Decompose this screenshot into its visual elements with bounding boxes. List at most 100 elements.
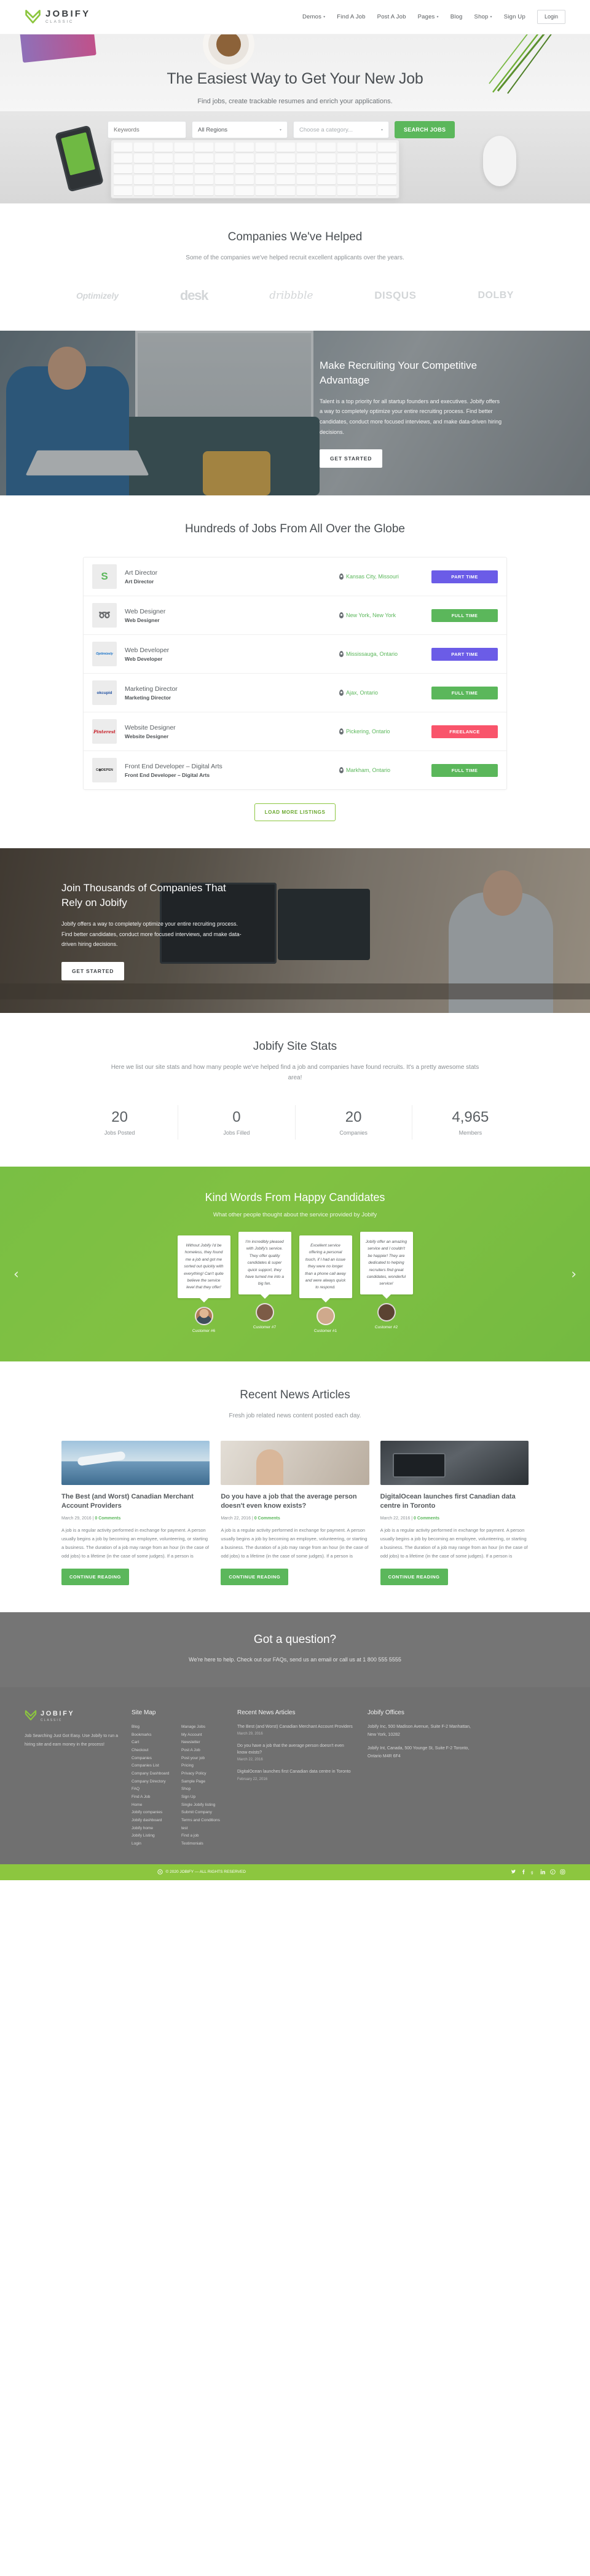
stat-label: Companies: [339, 1130, 368, 1136]
footer-link[interactable]: Jobify dashboard: [132, 1817, 174, 1825]
footer-news-date: March 29, 2016: [237, 1732, 263, 1736]
search-jobs-button[interactable]: SEARCH JOBS: [395, 121, 455, 138]
nav-item-demos[interactable]: Demos ▾: [302, 14, 325, 20]
footer-link[interactable]: Manage Jobs: [181, 1723, 224, 1731]
continue-reading-button[interactable]: CONTINUE READING: [61, 1568, 129, 1585]
footer-link[interactable]: Companies List: [132, 1762, 174, 1770]
nav-item-blog[interactable]: Blog: [450, 14, 463, 20]
carousel-prev-arrow-icon[interactable]: ‹: [14, 1267, 19, 1282]
cta-recruiting-get-started-button[interactable]: GET STARTED: [320, 449, 383, 468]
cta-join-get-started-button[interactable]: GET STARTED: [61, 962, 125, 981]
footer-logo[interactable]: JOBIFY CLASSIC: [25, 1709, 118, 1723]
footer-link[interactable]: Terms and Conditions: [181, 1817, 224, 1825]
site-header: JOBIFY CLASSIC Demos ▾ Find A Job Post A …: [0, 0, 590, 34]
news-card-title[interactable]: The Best (and Worst) Canadian Merchant A…: [61, 1492, 210, 1511]
pinterest-icon[interactable]: [550, 1869, 556, 1875]
footer-link[interactable]: Find A Job: [132, 1794, 174, 1802]
job-row[interactable]: C◉DEPEN Front End Developer – Digital Ar…: [84, 751, 506, 789]
companies-subtitle: Some of the companies we've helped recru…: [186, 254, 404, 261]
nav-item-find-a-job[interactable]: Find A Job: [337, 14, 365, 20]
footer-link[interactable]: Post your job: [181, 1755, 224, 1763]
jobify-heart-logo-icon: [25, 9, 41, 25]
footer-link[interactable]: Cart: [132, 1739, 174, 1747]
footer-link[interactable]: Home: [132, 1802, 174, 1810]
stat-value: 4,965: [452, 1109, 489, 1125]
region-select[interactable]: All Regions ▾: [192, 121, 288, 138]
job-row[interactable]: S Art Director Art Director Kansas City,…: [84, 557, 506, 596]
footer-office-address: Jobify Int, Canada, 500 Younge St, Suite…: [368, 1746, 470, 1759]
social-links: g: [511, 1869, 565, 1875]
continue-reading-button[interactable]: CONTINUE READING: [380, 1568, 448, 1585]
footer-sitemap-column: Site Map Blog Bookmarks Cart Checkout Co…: [132, 1709, 224, 1848]
footer-link[interactable]: Shop: [181, 1786, 224, 1794]
job-location: Pickering, Ontario: [339, 728, 431, 735]
carousel-next-arrow-icon[interactable]: ›: [571, 1267, 576, 1282]
job-row[interactable]: Pinterest Website Designer Website Desig…: [84, 712, 506, 751]
job-type-badge: PART TIME: [431, 647, 498, 661]
footer-news-item[interactable]: DigitalOcean launches first Canadian dat…: [237, 1768, 354, 1781]
job-row[interactable]: okcupid Marketing Director Marketing Dir…: [84, 674, 506, 712]
keywords-input[interactable]: [108, 121, 186, 138]
footer-link[interactable]: Jobify home: [132, 1825, 174, 1833]
footer-link[interactable]: Jobify Listing: [132, 1832, 174, 1840]
footer-link[interactable]: Sample Page: [181, 1778, 224, 1786]
footer-link[interactable]: Privacy Policy: [181, 1770, 224, 1778]
news-thumbnail[interactable]: [221, 1440, 369, 1485]
footer-link[interactable]: Submit Company: [181, 1809, 224, 1817]
nav-item-sign-up[interactable]: Sign Up: [504, 14, 525, 20]
footer-link[interactable]: Checkout: [132, 1747, 174, 1755]
jobs-title: Hundreds of Jobs From All Over the Globe: [185, 522, 405, 535]
footer-link[interactable]: Companies: [132, 1755, 174, 1763]
facebook-icon[interactable]: [521, 1869, 526, 1875]
job-row[interactable]: ➿ Web Designer Web Designer New York, Ne…: [84, 596, 506, 635]
footer-link[interactable]: Pricing: [181, 1762, 224, 1770]
brand-logo[interactable]: JOBIFY CLASSIC: [25, 9, 90, 25]
testimonial-quote: I'm incredibly pleased with Jobify's ser…: [238, 1232, 291, 1299]
footer-link[interactable]: Login: [132, 1840, 174, 1848]
footer-link[interactable]: Testimonials: [181, 1840, 224, 1848]
nav-item-post-a-job[interactable]: Post A Job: [377, 14, 406, 20]
twitter-icon[interactable]: [511, 1869, 516, 1875]
news-thumbnail[interactable]: [61, 1440, 210, 1485]
nav-item-shop[interactable]: Shop ▾: [474, 14, 492, 20]
footer-link[interactable]: Company Directory: [132, 1778, 174, 1786]
linkedin-icon[interactable]: [540, 1869, 546, 1875]
google-plus-icon[interactable]: g: [530, 1869, 536, 1875]
news-comments[interactable]: 0 Comments: [95, 1516, 120, 1521]
job-type-badge: FULL TIME: [431, 609, 498, 622]
stat-jobs-posted: 20 Jobs Posted: [61, 1105, 179, 1140]
instagram-icon[interactable]: [560, 1869, 565, 1875]
news-comments[interactable]: 0 Comments: [254, 1516, 280, 1521]
footer-link[interactable]: My Account: [181, 1731, 224, 1739]
client-logo-optimizely: Optimizely: [76, 291, 119, 301]
main-navigation: Demos ▾ Find A Job Post A Job Pages ▾ Blog…: [302, 10, 565, 24]
testimonials-carousel: Without Jobify i'd be homeless, they fou…: [0, 1232, 590, 1333]
footer-link[interactable]: Sign Up: [181, 1794, 224, 1802]
footer-link[interactable]: FAQ: [132, 1786, 174, 1794]
footer-link[interactable]: test: [181, 1825, 224, 1833]
continue-reading-button[interactable]: CONTINUE READING: [221, 1568, 289, 1585]
footer-link[interactable]: Newsletter: [181, 1739, 224, 1747]
footer-link[interactable]: Company Dashboard: [132, 1770, 174, 1778]
footer-link[interactable]: Blog: [132, 1723, 174, 1731]
footer-news-item[interactable]: Do you have a job that the average perso…: [237, 1743, 354, 1762]
news-card-title[interactable]: Do you have a job that the average perso…: [221, 1492, 369, 1511]
news-comments[interactable]: 0 Comments: [414, 1516, 439, 1521]
company-logo-icon: Pinterest: [92, 719, 117, 744]
job-row[interactable]: Optimizely Web Developer Web Developer M…: [84, 635, 506, 674]
footer-link[interactable]: Find a job: [181, 1832, 224, 1840]
news-thumbnail[interactable]: [380, 1440, 529, 1485]
job-location: Kansas City, Missouri: [339, 573, 431, 580]
nav-item-pages[interactable]: Pages ▾: [418, 14, 439, 20]
footer-link[interactable]: Bookmarks: [132, 1731, 174, 1739]
footer-news-item[interactable]: The Best (and Worst) Canadian Merchant A…: [237, 1723, 354, 1736]
footer-link[interactable]: Jobify companies: [132, 1809, 174, 1817]
footer-link[interactable]: Single Jobify listing: [181, 1802, 224, 1810]
footer-link[interactable]: Post A Job: [181, 1747, 224, 1755]
load-more-listings-button[interactable]: LOAD MORE LISTINGS: [254, 803, 336, 821]
login-button[interactable]: Login: [537, 10, 565, 24]
category-select[interactable]: Choose a category... ▾: [293, 121, 389, 138]
news-card-title[interactable]: DigitalOcean launches first Canadian dat…: [380, 1492, 529, 1511]
chevron-down-icon: ▾: [323, 15, 326, 19]
job-type-badge: FULL TIME: [431, 686, 498, 699]
